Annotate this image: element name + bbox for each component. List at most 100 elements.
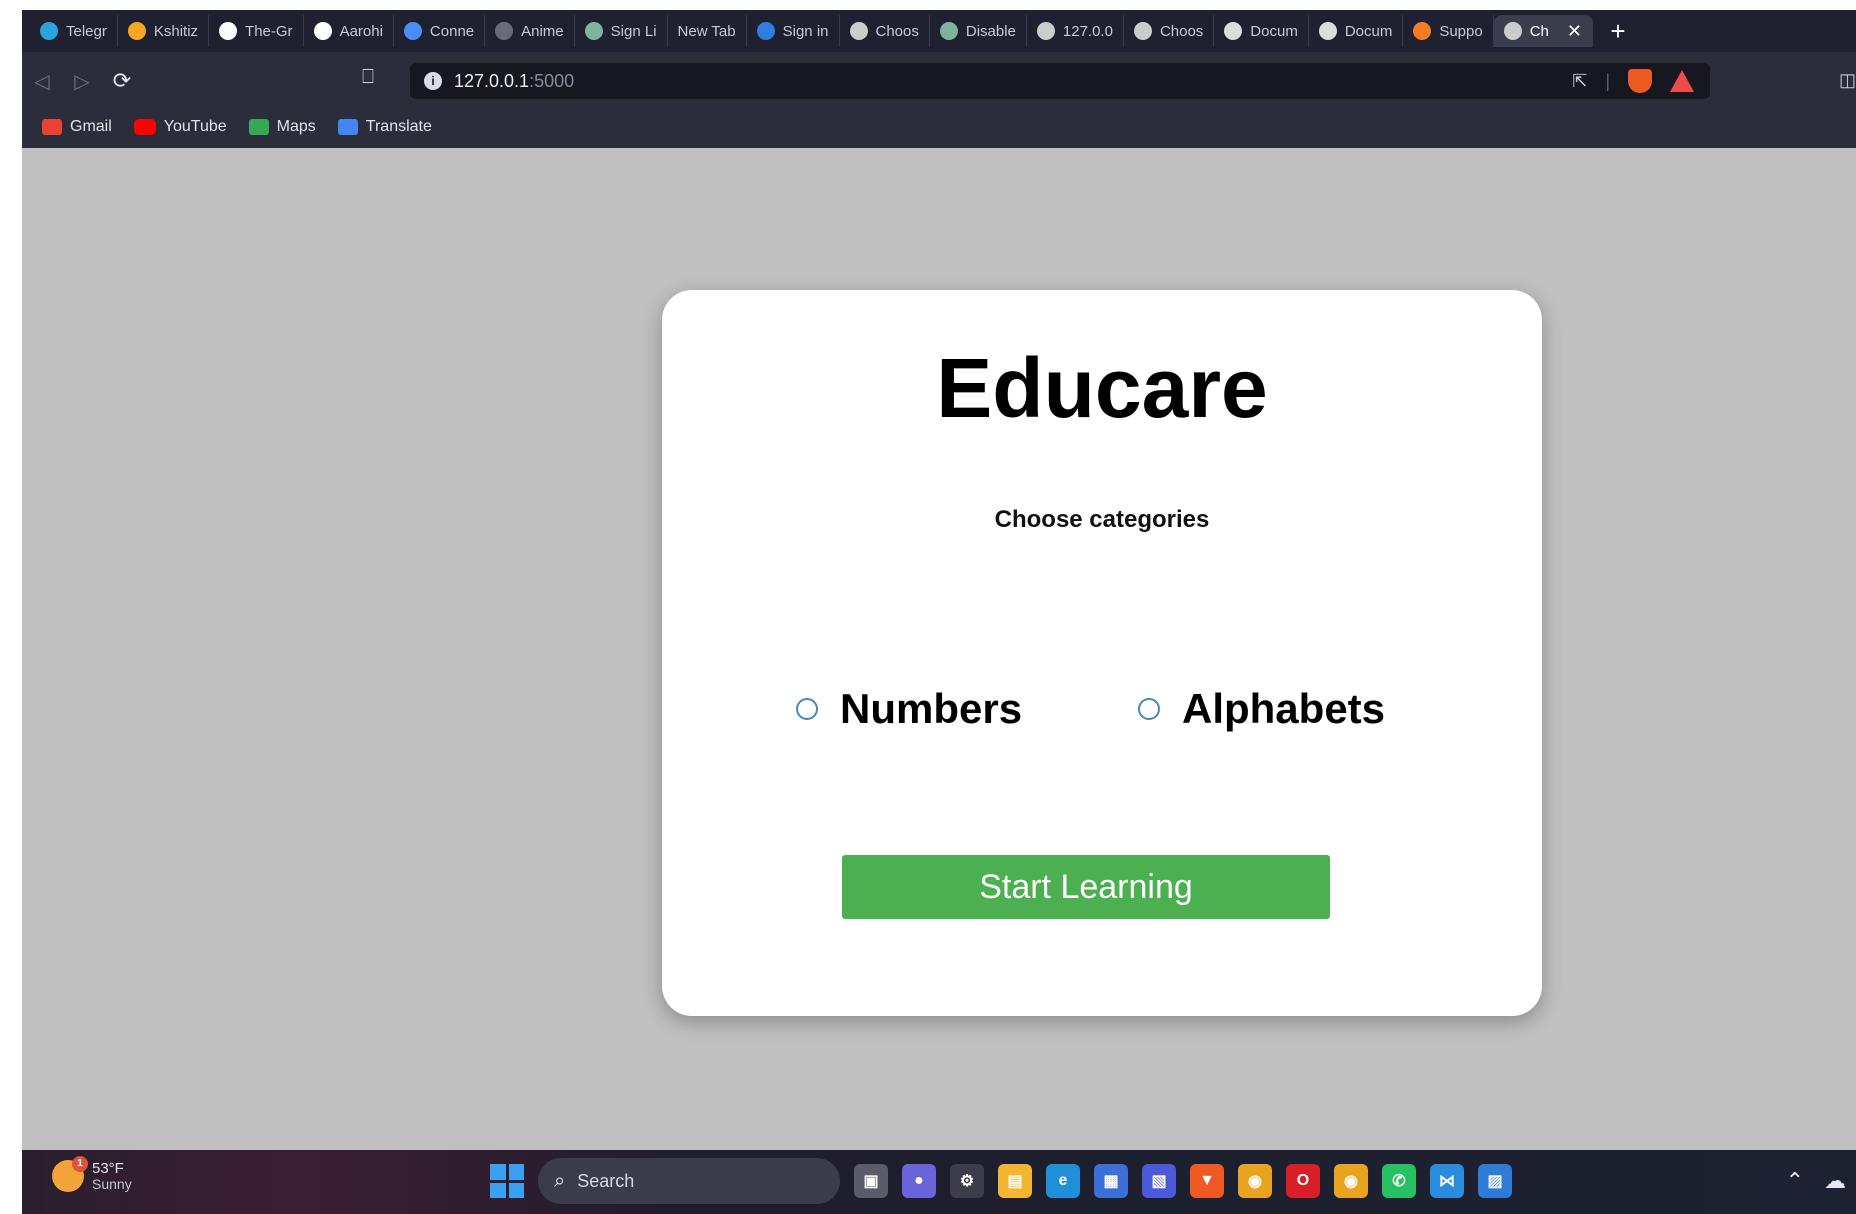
- site-info-icon[interactable]: i: [424, 72, 442, 90]
- photos-icon[interactable]: ▨: [1478, 1164, 1512, 1198]
- browser-tab[interactable]: Disable: [930, 15, 1027, 47]
- brave-rewards-icon[interactable]: [1670, 70, 1694, 92]
- bookmark-maps[interactable]: Maps: [248, 118, 316, 136]
- app-icon[interactable]: ▧: [1142, 1164, 1176, 1198]
- weather-badge: 1: [72, 1156, 88, 1172]
- browser-tab[interactable]: New Tab: [668, 15, 747, 47]
- browser-tab[interactable]: 127.0.0: [1027, 15, 1124, 47]
- tab-label: Choos: [1159, 22, 1204, 40]
- taskbar-search[interactable]: ⌕ Search: [538, 1158, 840, 1204]
- bookmark-label: Gmail: [70, 118, 112, 135]
- bookmark-icon[interactable]: ⎕: [362, 66, 374, 89]
- page-subtitle: Choose categories: [994, 506, 1210, 533]
- os-taskbar: 1 53°F Sunny ⌕ Search ▣ ● ⚙ ▤ e ▦ ▧ ▼ ◉ …: [22, 1150, 1856, 1214]
- chat-icon[interactable]: ●: [902, 1164, 936, 1198]
- bookmark-translate[interactable]: Translate: [337, 118, 432, 136]
- tab-label: Sign in: [782, 22, 829, 40]
- tab-label: Docum: [1344, 22, 1393, 40]
- browser-tab[interactable]: Conne: [394, 15, 486, 47]
- option-alphabets[interactable]: Alphabets: [1138, 685, 1385, 733]
- back-icon[interactable]: ◁: [22, 69, 62, 94]
- file-explorer-icon[interactable]: ▤: [998, 1164, 1032, 1198]
- windows-start-icon[interactable]: [490, 1164, 524, 1198]
- brave-shield-icon[interactable]: [1628, 69, 1652, 93]
- tab-label: Kshitiz: [153, 22, 199, 40]
- play-icon: [495, 22, 514, 40]
- bookmark-label: Translate: [365, 118, 432, 135]
- vscode-icon[interactable]: ⋈: [1430, 1164, 1464, 1198]
- numbers-radio[interactable]: [796, 698, 818, 720]
- share-icon[interactable]: ⇱: [1572, 71, 1587, 92]
- bookmark-gmail[interactable]: Gmail: [42, 118, 112, 136]
- browser-tab[interactable]: Docum: [1214, 15, 1309, 47]
- bookmarks-bar: Gmail YouTube Maps Translate: [42, 112, 432, 142]
- option-numbers[interactable]: Numbers: [796, 685, 1022, 733]
- bookmark-youtube[interactable]: YouTube: [133, 118, 227, 136]
- chevron-up-icon[interactable]: ⌃: [1786, 1168, 1804, 1194]
- browser-tab[interactable]: Sign Li: [575, 15, 668, 47]
- github-icon: [313, 22, 332, 40]
- browser-tab[interactable]: Suppo: [1403, 15, 1494, 47]
- tab-label: 127.0.0: [1062, 22, 1113, 40]
- system-tray: ⌃ ☁: [1786, 1168, 1846, 1194]
- l-icon: [1318, 22, 1337, 40]
- edge-icon[interactable]: e: [1046, 1164, 1080, 1198]
- weather-temp: 53°F: [92, 1159, 124, 1177]
- tab-label: Anime: [521, 22, 564, 40]
- address-bar-actions: ⇱ |: [1572, 69, 1694, 93]
- page-viewport: Educare Choose categories Numbers Alphab…: [22, 148, 1856, 1150]
- infinity-icon: [127, 22, 146, 40]
- left-edge: [0, 0, 22, 1214]
- weather-widget[interactable]: 1 53°F Sunny: [52, 1156, 132, 1192]
- chrome-profile-icon[interactable]: ◉: [1334, 1164, 1368, 1198]
- browser-tab[interactable]: Anime: [485, 15, 575, 47]
- wave-icon: [403, 22, 422, 40]
- cloud-icon[interactable]: ☁: [1824, 1168, 1846, 1194]
- address-bar[interactable]: i 127.0.0.1:5000 ⇱ |: [410, 63, 1710, 99]
- tab-label: Docum: [1250, 22, 1298, 40]
- settings-icon[interactable]: ⚙: [950, 1164, 984, 1198]
- main-card: Educare Choose categories Numbers Alphab…: [662, 290, 1542, 1016]
- globe-icon: [1133, 22, 1152, 40]
- browser-toolbar: ◁ ▷ ⟳ ⎕ i 127.0.0.1:5000 ⇱ | ◫: [22, 60, 1856, 102]
- search-icon: ⌕: [554, 1169, 566, 1192]
- whatsapp-icon[interactable]: ✆: [1382, 1164, 1416, 1198]
- reload-icon[interactable]: ⟳: [102, 68, 142, 94]
- tab-label: Sign Li: [610, 22, 657, 40]
- browser-tab[interactable]: Telegr: [30, 15, 118, 47]
- globe-icon: [849, 22, 868, 40]
- task-view-icon[interactable]: ▣: [854, 1164, 888, 1198]
- browser-tab[interactable]: Choos: [1124, 15, 1215, 47]
- browser-tab[interactable]: Aarohi: [304, 15, 394, 47]
- tab-label: Choos: [875, 22, 919, 40]
- numbers-label: Numbers: [840, 685, 1023, 732]
- taskbar-search-label: Search: [577, 1170, 635, 1191]
- close-tab-icon[interactable]: ✕: [1567, 21, 1582, 42]
- forward-icon[interactable]: ▷: [62, 69, 102, 94]
- support-icon: [1413, 22, 1432, 40]
- alphabets-radio[interactable]: [1138, 698, 1160, 720]
- divider: |: [1605, 70, 1610, 91]
- telegram-icon: [40, 22, 58, 40]
- browser-tab[interactable]: Docum: [1309, 15, 1404, 47]
- start-learning-button[interactable]: Start Learning: [842, 855, 1330, 919]
- opera-icon[interactable]: O: [1286, 1164, 1320, 1198]
- url-port: :5000: [529, 70, 575, 91]
- tab-label: New Tab: [677, 22, 736, 40]
- weather-condition: Sunny: [92, 1175, 132, 1192]
- browser-tab[interactable]: Ch ✕: [1493, 15, 1593, 47]
- taskbar-apps: ⌕ Search ▣ ● ⚙ ▤ e ▦ ▧ ▼ ◉ O ◉ ✆ ⋈ ▨: [490, 1158, 1512, 1204]
- browser-tab[interactable]: The-Gr: [209, 15, 304, 47]
- browser-tab[interactable]: Sign in: [747, 15, 840, 47]
- browser-tab[interactable]: Choos: [840, 15, 930, 47]
- brave-icon[interactable]: ▼: [1190, 1164, 1224, 1198]
- url-host: 127.0.0.1: [454, 70, 530, 91]
- github-icon: [219, 22, 238, 40]
- extensions-icon[interactable]: ◫: [1839, 70, 1856, 91]
- new-tab-button[interactable]: +: [1603, 16, 1633, 47]
- l-icon: [1224, 22, 1243, 40]
- browser-tab[interactable]: Kshitiz: [118, 15, 210, 47]
- chrome-icon[interactable]: ◉: [1238, 1164, 1272, 1198]
- store-icon[interactable]: ▦: [1094, 1164, 1128, 1198]
- tab-bar: Telegr Kshitiz The-Gr Aarohi Conne Anime Sign …: [22, 10, 1856, 52]
